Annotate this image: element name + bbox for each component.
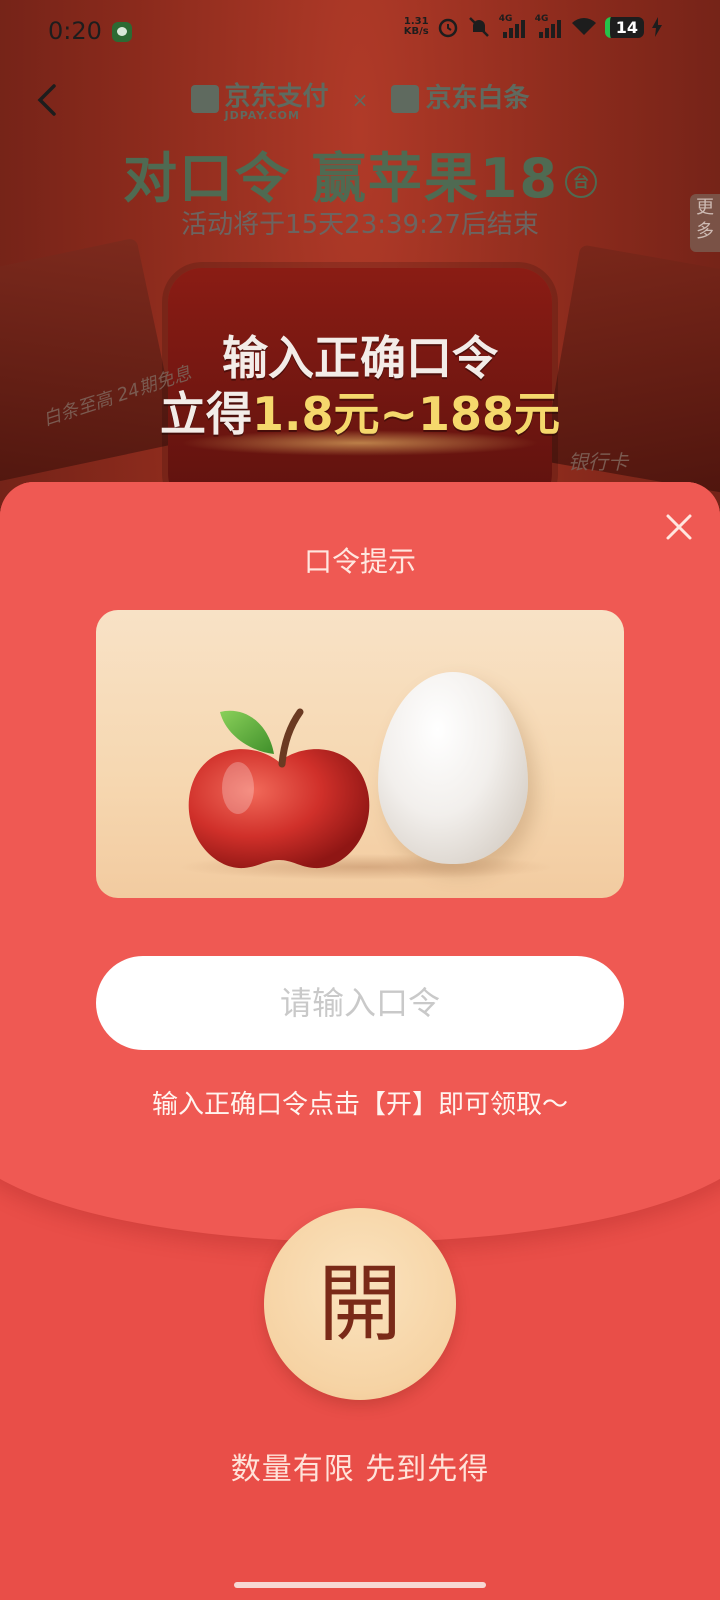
banner-line-1: 输入正确口令 <box>222 331 498 385</box>
banner-text: 输入正确口令 立得1.8元~188元 <box>0 330 720 442</box>
banner-line-2-prefix: 立得 <box>159 387 252 441</box>
title-unit-badge: 台 <box>564 166 597 199</box>
signal-2-label: 4G <box>534 14 549 24</box>
more-tab[interactable]: 更多 <box>690 194 720 252</box>
signal-2-icon: 4G <box>534 14 563 38</box>
brand-right: 京东白条 <box>425 83 530 114</box>
page-title-text: 对口令 赢苹果18 <box>123 147 559 210</box>
password-input[interactable] <box>96 956 624 1050</box>
status-icons: 1.31 KB/s 4G 4G 14 <box>404 14 662 38</box>
alarm-icon <box>438 18 457 38</box>
handwritten-note-right: 银行卡 <box>568 450 628 474</box>
battery-indicator: 14 <box>604 16 644 38</box>
egg-icon <box>378 672 528 864</box>
limit-text: 数量有限 先到先得 <box>230 1452 490 1487</box>
countdown-text: 活动将于15天23:39:27后结束 <box>181 210 539 240</box>
open-button[interactable]: 開 <box>264 1208 456 1400</box>
hint-image <box>96 610 624 898</box>
chat-notification-icon <box>112 22 132 42</box>
sheet-title: 口令提示 <box>303 545 416 578</box>
wifi-icon <box>571 18 596 35</box>
home-indicator[interactable] <box>234 1582 486 1588</box>
brand-separator: × <box>351 87 369 112</box>
apple-icon <box>188 708 370 869</box>
input-tip: 输入正确口令点击【开】即可领取～ <box>151 1090 568 1120</box>
banner-line-2: 立得1.8元~188元 <box>0 386 720 442</box>
close-icon[interactable] <box>664 512 694 542</box>
open-button-label: 開 <box>317 1255 402 1353</box>
net-speed: 1.31 KB/s <box>404 17 429 37</box>
signal-1-icon: 4G <box>498 14 527 38</box>
charging-icon <box>652 17 662 37</box>
password-sheet: 口令提示 输入正确口令点击【开】即可领取～ 開 <box>0 482 720 1600</box>
brand-row: 京东支付 JDPAY.COM × 京东白条 <box>0 76 720 122</box>
status-bar: 0:20 1.31 KB/s 4G 4G 14 <box>0 0 720 64</box>
brand-left: 京东支付 <box>224 82 329 112</box>
net-speed-unit: KB/s <box>403 26 429 37</box>
page-title: 对口令 赢苹果18 台 <box>0 134 720 213</box>
jd-baitiao-logo-icon <box>391 85 420 113</box>
banner-amount: 1.8元~188元 <box>251 387 561 441</box>
jdpay-logo-icon <box>190 85 219 113</box>
mute-icon <box>468 17 489 37</box>
signal-1-label: 4G <box>498 14 513 24</box>
status-time: 0:20 <box>48 17 102 45</box>
